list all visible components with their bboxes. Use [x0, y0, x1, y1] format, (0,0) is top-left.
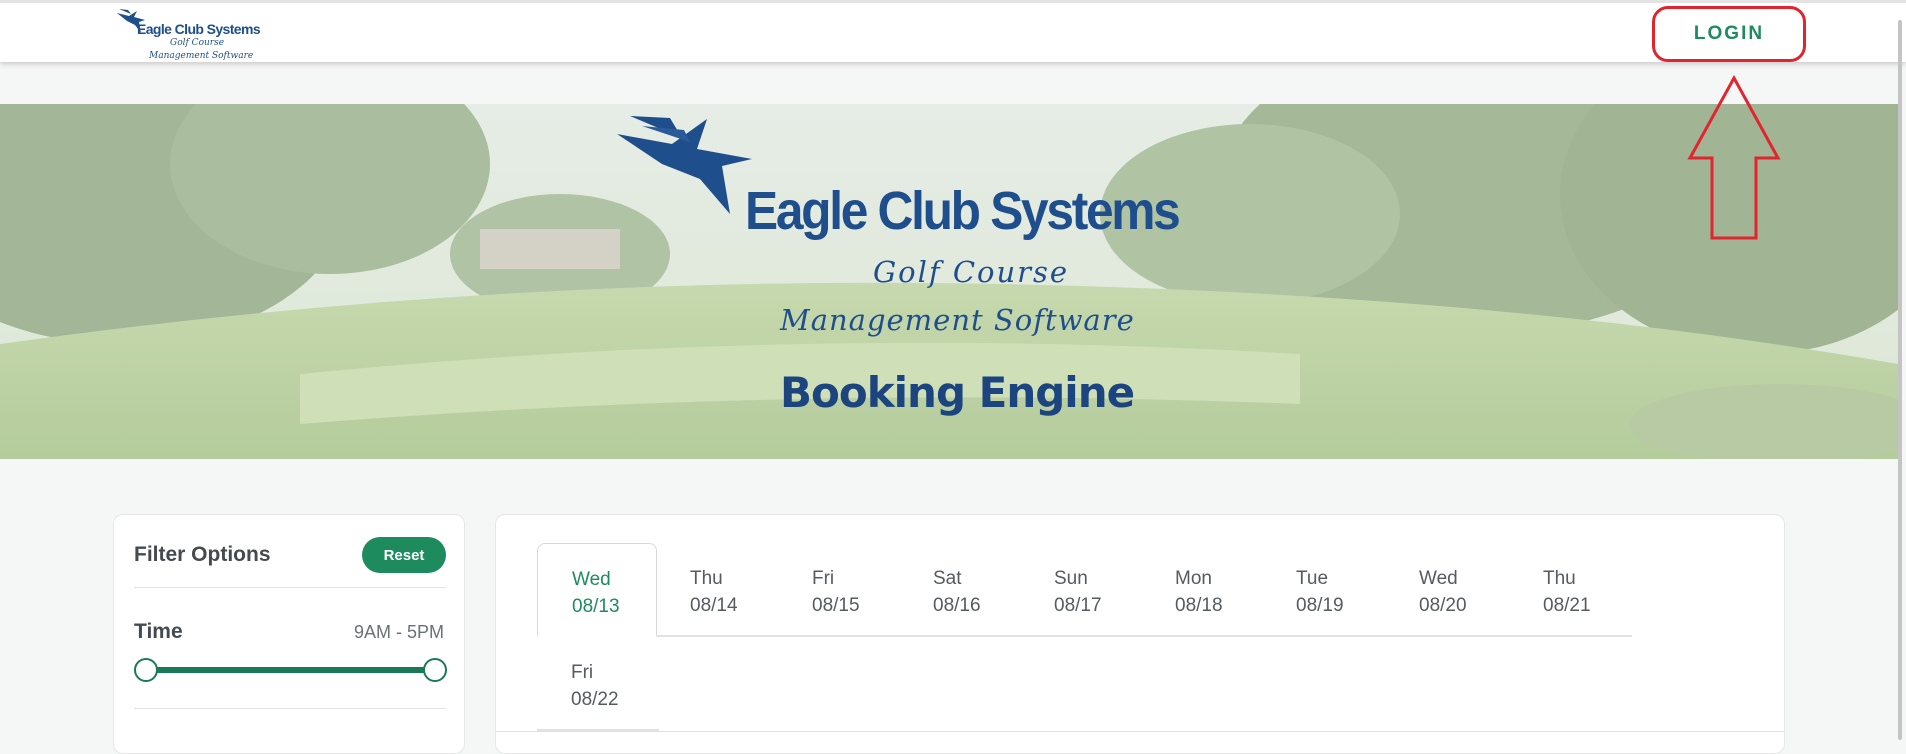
date-tab-day: Mon: [1175, 568, 1212, 589]
date-tab-day: Fri: [571, 662, 594, 683]
site-logo[interactable]: Eagle Club Systems Golf Course Managemen…: [115, 7, 261, 65]
date-tab[interactable]: Fri 08/22: [537, 637, 659, 731]
date-tab[interactable]: Sun 08/17: [1022, 543, 1142, 637]
logo-tagline-text: Management Software: [149, 51, 254, 61]
date-tab[interactable]: Thu 08/14: [657, 543, 779, 637]
login-button[interactable]: LOGIN: [1652, 6, 1806, 62]
date-tab-date: 08/20: [1419, 595, 1467, 616]
date-tab-day: Thu: [1543, 568, 1576, 589]
date-tab-date: 08/18: [1175, 595, 1223, 616]
hero-subtitle-text: Golf Course: [873, 255, 1070, 289]
annotation-arrow-icon: [1687, 74, 1781, 240]
divider: [134, 587, 446, 588]
divider: [496, 731, 1784, 732]
date-tab-date: 08/17: [1054, 595, 1102, 616]
date-tab-date: 08/16: [933, 595, 981, 616]
date-tab[interactable]: Fri 08/15: [779, 543, 900, 637]
hero-banner: Eagle Club Systems Golf Course Managemen…: [0, 104, 1898, 459]
reset-button[interactable]: Reset: [362, 537, 446, 573]
date-selector-panel: Wed 08/13 Thu 08/14 Fri 08/15 Sat 08/16 …: [495, 514, 1785, 754]
time-range-value: 9AM - 5PM: [353, 622, 444, 642]
date-tab-day: Sat: [933, 568, 962, 589]
date-tab-day: Sun: [1054, 568, 1088, 589]
date-tab[interactable]: Tue 08/19: [1262, 543, 1386, 637]
hero-tagline-text: Management Software: [780, 303, 1135, 337]
time-slider-start-handle[interactable]: [134, 658, 158, 682]
date-tab-date: 08/15: [812, 595, 860, 616]
hero-brand-text: Eagle Club Systems: [745, 181, 1181, 241]
logo-subtitle-text: Golf Course: [170, 38, 225, 48]
date-tab-date: 08/22: [571, 689, 619, 710]
date-tab-date: 08/13: [572, 596, 620, 617]
date-tab-date: 08/21: [1543, 595, 1591, 616]
time-slider-end-handle[interactable]: [423, 658, 447, 682]
date-tab-day: Wed: [572, 569, 611, 590]
date-tab-day: Fri: [812, 568, 835, 589]
time-filter-label: Time: [134, 620, 183, 643]
date-tab-day: Wed: [1419, 568, 1458, 589]
date-tab[interactable]: Sat 08/16: [900, 543, 1022, 637]
date-tab-day: Tue: [1296, 568, 1329, 589]
date-tab[interactable]: Mon 08/18: [1142, 543, 1262, 637]
date-tab[interactable]: Thu 08/21: [1510, 543, 1632, 637]
date-tab-date: 08/14: [690, 595, 738, 616]
date-tab[interactable]: Wed 08/20: [1386, 543, 1510, 637]
hero-title: Booking Engine: [780, 368, 1135, 417]
logo-brand-text: Eagle Club Systems: [137, 21, 261, 37]
page-scrollbar[interactable]: [1898, 20, 1902, 740]
top-navigation-bar: Eagle Club Systems Golf Course Managemen…: [0, 0, 1906, 62]
filter-title: Filter Options: [134, 543, 271, 566]
date-tab-date: 08/19: [1296, 595, 1344, 616]
date-tab-day: Thu: [690, 568, 723, 589]
time-range-slider-track[interactable]: [146, 667, 434, 673]
divider: [134, 708, 446, 709]
date-tab[interactable]: Wed 08/13: [537, 543, 657, 637]
filter-options-panel: Filter Options Reset Time 9AM - 5PM: [113, 514, 465, 754]
